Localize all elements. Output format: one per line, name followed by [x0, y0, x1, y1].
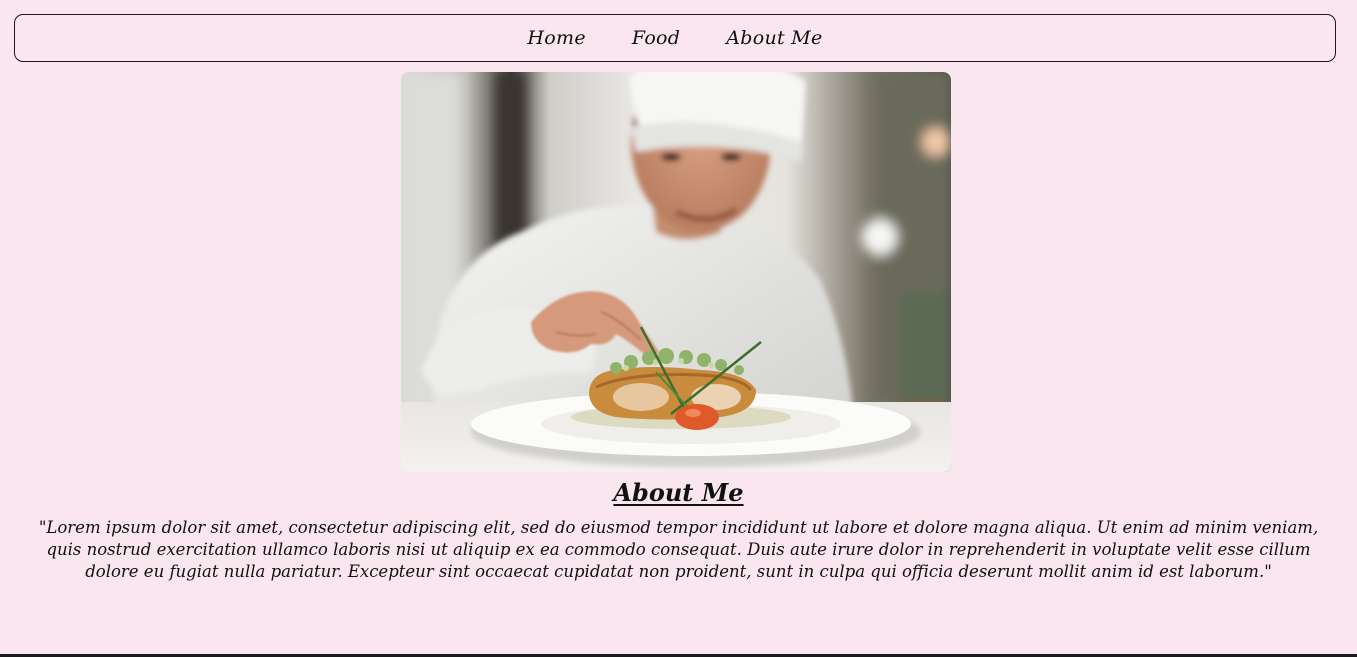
about-me-paragraph: "Lorem ipsum dolor sit amet, consectetur…: [38, 518, 1319, 581]
page: Home Food About Me About Me "Lorem ipsum…: [0, 0, 1357, 657]
nav-link-about-me[interactable]: About Me: [703, 27, 845, 49]
nav-link-home[interactable]: Home: [504, 27, 608, 49]
hero-image: [401, 72, 951, 472]
about-me-heading: About Me: [613, 478, 744, 507]
chef-plating-dish-illustration: [401, 72, 951, 472]
nav-link-food[interactable]: Food: [609, 27, 703, 49]
top-navbar: Home Food About Me: [14, 14, 1336, 62]
